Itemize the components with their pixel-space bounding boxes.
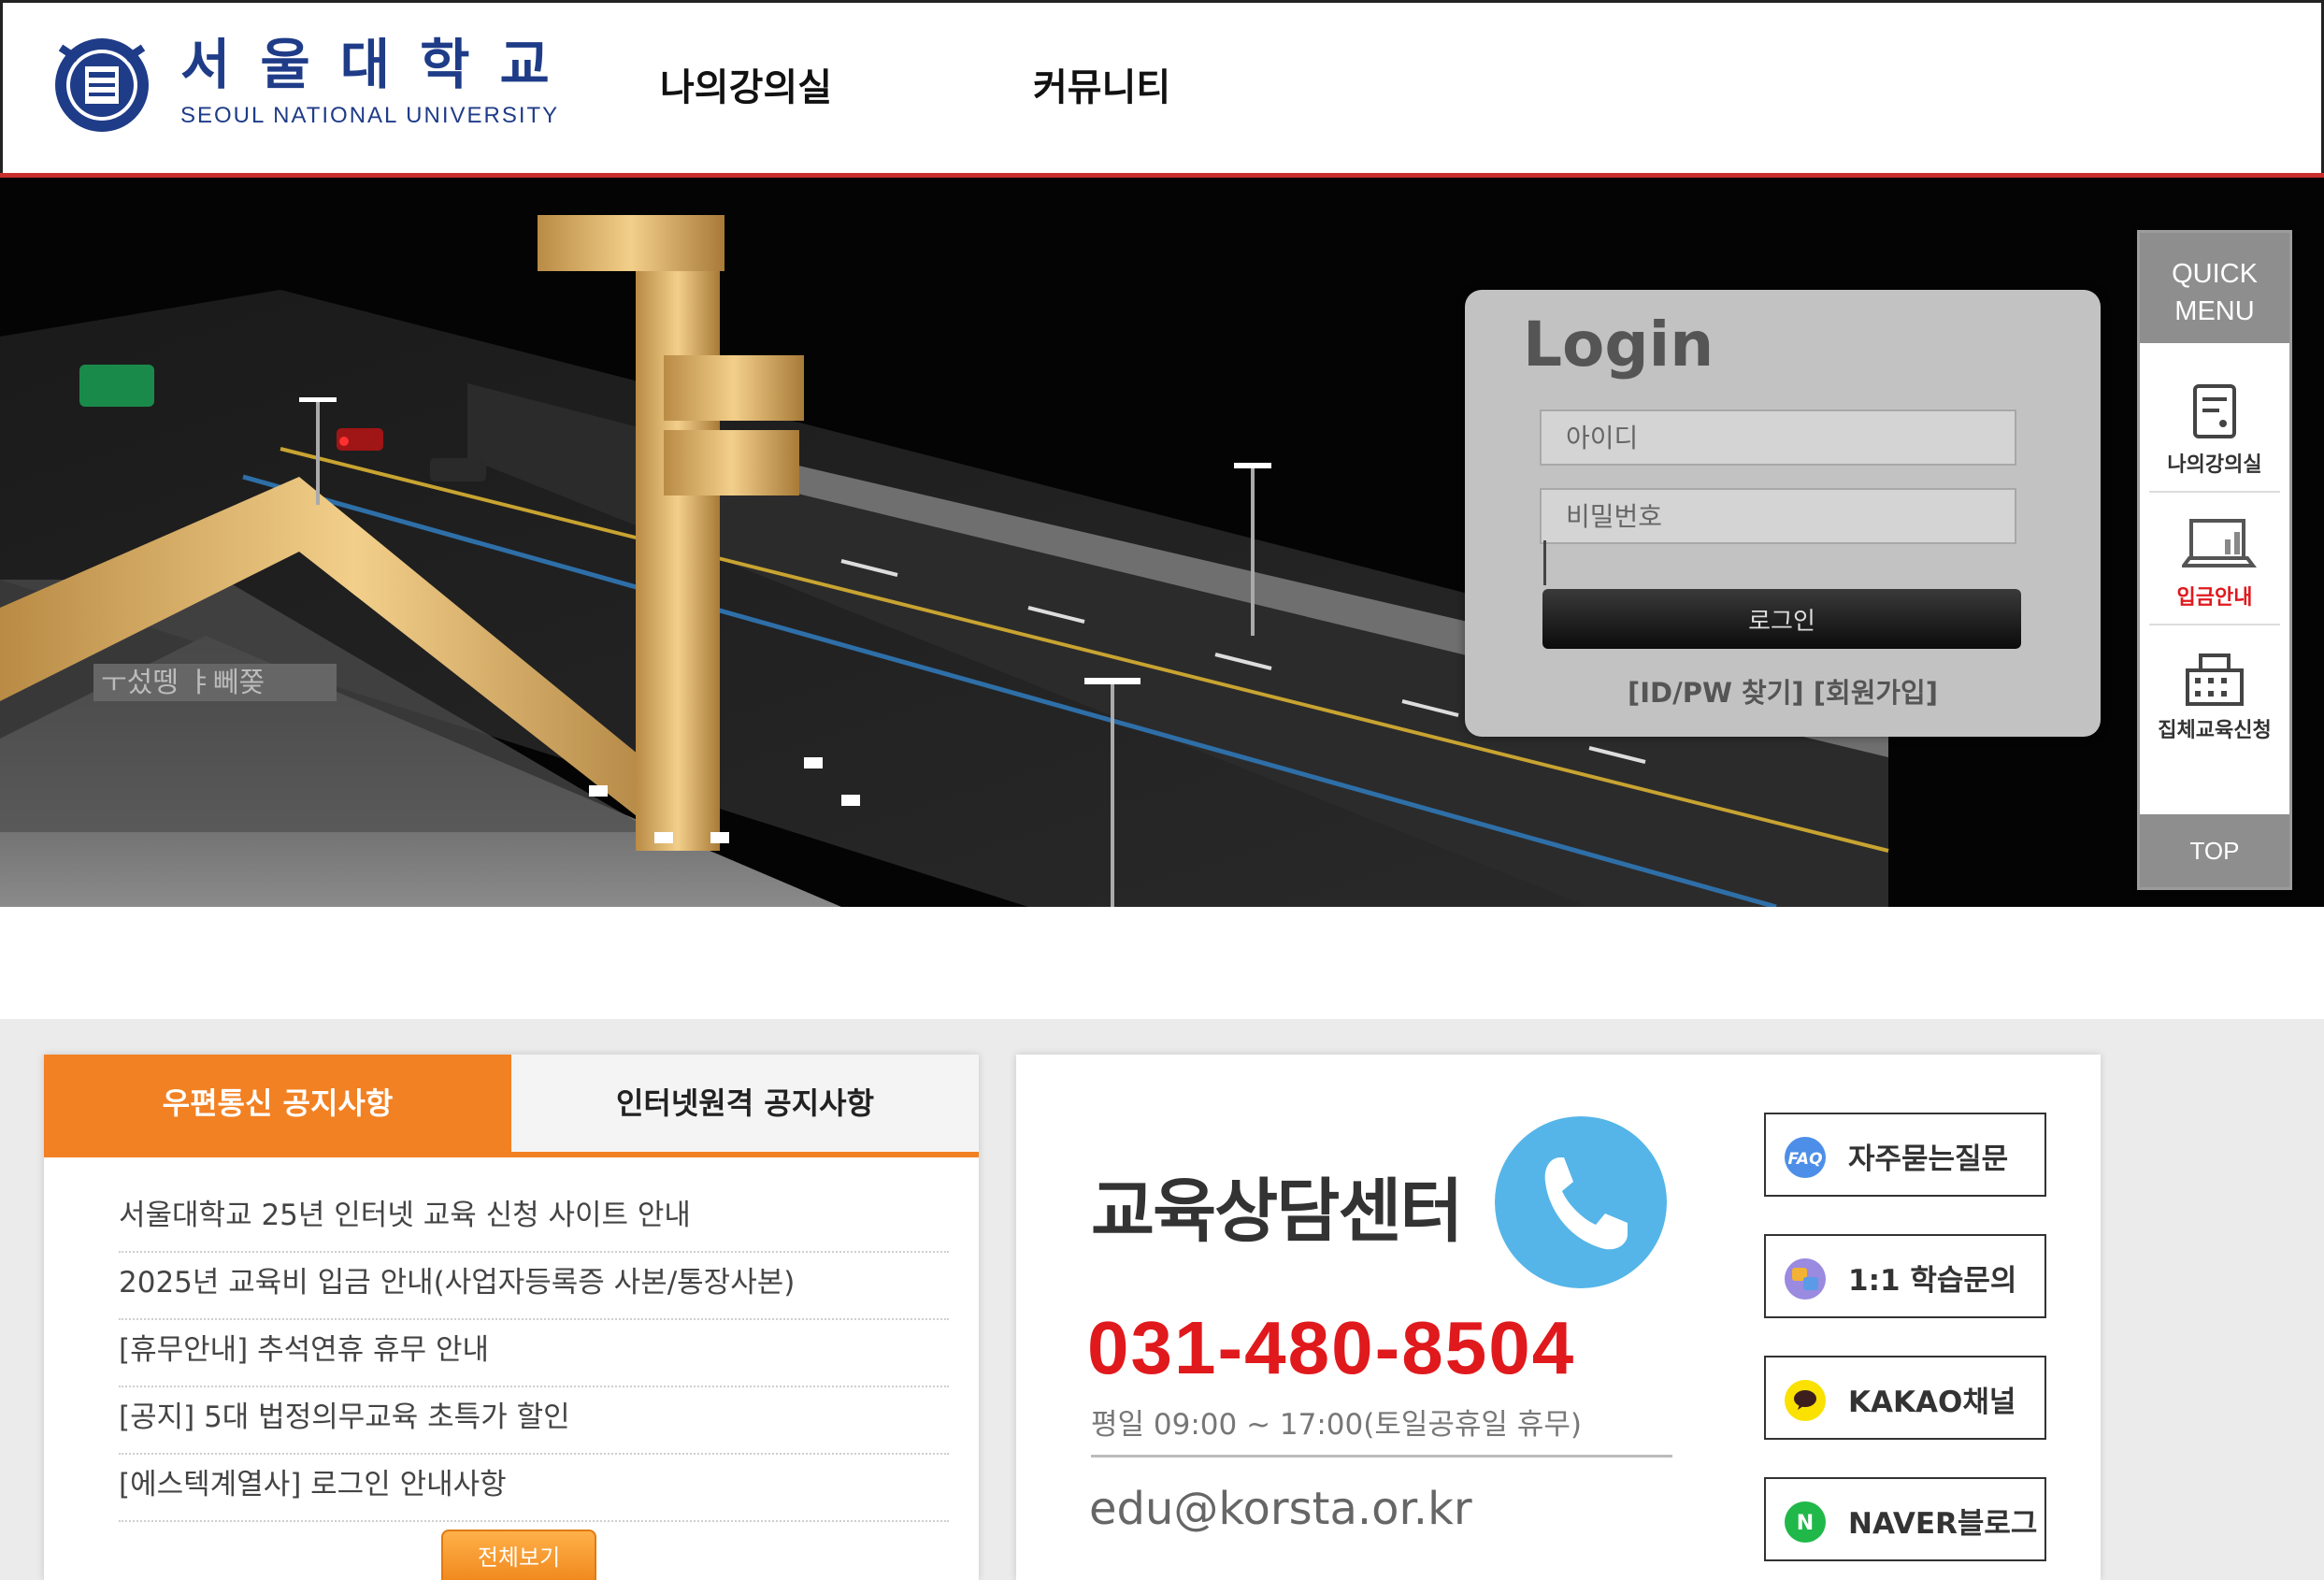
notice-item[interactable]: 2025년 교육비 입금 안내(사업자등록증 사본/통장사본) <box>119 1253 949 1320</box>
qa-icon <box>1785 1258 1826 1300</box>
naver-button[interactable]: N NAVER블로그 <box>1764 1477 2046 1561</box>
qa-button[interactable]: 1:1 학습문의 <box>1764 1234 2046 1318</box>
kakao-button[interactable]: KAKAO채널 <box>1764 1356 2046 1440</box>
notice-item[interactable]: [공지] 5대 법정의무교육 초특가 할인 <box>119 1387 949 1455</box>
qa-label: 1:1 학습문의 <box>1848 1264 2017 1298</box>
id-input[interactable] <box>1540 409 2016 466</box>
quick-menu-title-2: MENU <box>2174 296 2255 326</box>
login-button[interactable]: 로그인 <box>1542 589 2021 649</box>
logo-english: SEOUL NATIONAL UNIVERSITY <box>180 103 560 128</box>
naver-icon: N <box>1785 1501 1826 1543</box>
site-header: 서울대학교 SEOUL NATIONAL UNIVERSITY 나의강의실 커뮤… <box>0 0 2324 176</box>
faq-label: 자주묻는질문 <box>1848 1142 2009 1176</box>
education-counseling-center: 교육상담센터 031-480-8504 평일 09:00 ~ 17:00(토일공… <box>1016 1055 2101 1580</box>
hero-banner: ㅜ섰뗑 ㅑ뻬쫒 Login 로그인 [ID <box>0 178 2324 907</box>
quick-menu-title-1: QUICK <box>2172 259 2258 289</box>
notebook-icon <box>2193 384 2236 438</box>
svg-text:FAQ: FAQ <box>1787 1150 1822 1169</box>
view-all-button[interactable]: 전체보기 <box>441 1530 596 1580</box>
quick-item-my-classroom[interactable]: 나의강의실 <box>2149 364 2280 493</box>
text-cursor <box>1543 540 1546 585</box>
login-title: Login <box>1523 309 1714 381</box>
quick-item-group-training[interactable]: 집체교육신청 <box>2149 629 2280 758</box>
phone-icon <box>1495 1116 1667 1288</box>
svg-text:ㅜ섰뗑 ㅑ뻬쫒: ㅜ섰뗑 ㅑ뻬쫒 <box>101 667 265 699</box>
business-hours: 평일 09:00 ~ 17:00(토일공휴일 휴무) <box>1091 1408 1582 1442</box>
quick-label-my-classroom: 나의강의실 <box>2167 453 2262 477</box>
notice-board: 우편통신 공지사항 인터넷원격 공지사항 서울대학교 25년 인터넷 교육 신청… <box>44 1055 979 1580</box>
notice-item[interactable]: [휴무안내] 추석연휴 휴무 안내 <box>119 1320 949 1387</box>
faq-button[interactable]: FAQ 자주묻는질문 <box>1764 1113 2046 1197</box>
quick-item-payment-guide[interactable]: 입금안내 <box>2149 496 2280 625</box>
naver-label: NAVER블로그 <box>1848 1507 2038 1541</box>
tab-postal-notice[interactable]: 우편통신 공지사항 <box>44 1055 511 1152</box>
center-divider <box>1091 1455 1672 1458</box>
tab-online-notice[interactable]: 인터넷원격 공지사항 <box>511 1055 979 1152</box>
nav-community[interactable]: 커뮤니티 <box>1033 57 1170 111</box>
quick-menu: QUICK MENU 나의강의실 입금안내 집체교육신청 TOP <box>2137 230 2292 890</box>
center-title: 교육상담센터 <box>1091 1171 1463 1252</box>
quick-menu-header: QUICK MENU <box>2140 233 2289 343</box>
quick-label-group-training: 집체교육신청 <box>2158 719 2272 742</box>
notice-item[interactable]: 서울대학교 25년 인터넷 교육 신청 사이트 안내 <box>119 1185 949 1253</box>
snu-logo[interactable]: 서울대학교 SEOUL NATIONAL UNIVERSITY <box>50 31 580 136</box>
laptop-chart-icon <box>2182 519 2257 567</box>
logo-korean: 서울대학교 <box>180 33 580 96</box>
find-id-join-links[interactable]: [ID/PW 찾기] [회원가입] <box>1465 671 2101 711</box>
kakao-icon <box>1785 1380 1826 1421</box>
notice-item[interactable]: [에스텍계열사] 로그인 안내사항 <box>119 1455 949 1522</box>
phone-number: 031-480-8504 <box>1087 1306 1576 1389</box>
login-panel: Login 로그인 [ID/PW 찾기] [회원가입] <box>1465 290 2101 737</box>
faq-icon: FAQ <box>1785 1137 1826 1178</box>
tab-underline <box>44 1152 979 1157</box>
quick-label-payment-guide: 입금안내 <box>2176 586 2253 610</box>
snu-seal-icon <box>55 38 149 132</box>
kakao-label: KAKAO채널 <box>1848 1386 2016 1419</box>
nav-my-classroom[interactable]: 나의강의실 <box>660 57 832 111</box>
building-icon <box>2186 654 2244 706</box>
svg-text:N: N <box>1797 1512 1814 1535</box>
password-input[interactable] <box>1540 488 2016 544</box>
contact-email[interactable]: edu@korsta.or.kr <box>1089 1483 1472 1535</box>
scroll-top-button[interactable]: TOP <box>2140 814 2289 887</box>
